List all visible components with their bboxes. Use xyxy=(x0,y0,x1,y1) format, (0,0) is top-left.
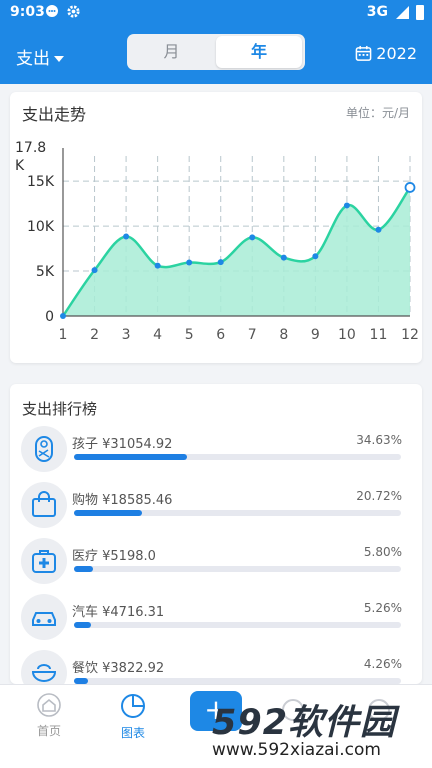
data-point xyxy=(280,254,287,261)
x-tick-label: 10 xyxy=(338,327,356,343)
ranking-progress-fill xyxy=(74,454,188,460)
x-tick-label: 9 xyxy=(311,327,320,343)
category-icon-wrapper xyxy=(21,538,67,584)
data-point xyxy=(217,259,224,266)
watermark-logo: 592软件园 xyxy=(212,694,396,745)
ranking-progress-track xyxy=(74,454,401,460)
ranking-item-car[interactable]: 汽车 ¥4716.31 5.26% xyxy=(10,594,422,646)
ranking-item-label: 孩子 ¥31054.92 xyxy=(72,437,173,452)
shopping-bag-icon xyxy=(32,491,56,517)
car-icon xyxy=(32,612,56,626)
ranking-progress-track xyxy=(74,510,401,516)
ranking-item-medical[interactable]: 医疗 ¥5198.0 5.80% xyxy=(10,538,422,590)
data-point xyxy=(123,233,130,240)
x-tick-label: 5 xyxy=(185,327,194,343)
data-point xyxy=(154,262,161,269)
ranking-item-child[interactable]: 孩子 ¥31054.92 34.63% xyxy=(10,426,422,478)
watermark-url: www.592xiazai.com xyxy=(212,740,381,760)
signal-icon xyxy=(396,6,410,23)
baby-icon xyxy=(35,436,53,462)
calendar-icon xyxy=(355,45,372,61)
ranking-item-percent: 4.26% xyxy=(363,657,402,671)
ranking-item-label: 餐饮 ¥3822.92 xyxy=(72,661,165,676)
year-value: 2022 xyxy=(376,44,417,63)
y-top-label: 17.8 xyxy=(15,140,46,156)
y-tick-label: 15K xyxy=(27,174,55,190)
tab-chart[interactable]: 图表 xyxy=(109,693,157,741)
medical-kit-icon xyxy=(32,550,56,573)
data-point-selected xyxy=(404,182,416,193)
tab-home[interactable]: 首页 xyxy=(26,693,72,739)
y-tick-label: 10K xyxy=(27,219,55,235)
chat-notification-icon xyxy=(44,4,60,24)
ranking-progress-fill xyxy=(74,622,92,628)
home-icon xyxy=(37,693,61,717)
y-top-label-unit: K xyxy=(15,158,25,174)
battery-icon xyxy=(416,5,424,20)
ranking-item-percent: 34.63% xyxy=(356,433,402,447)
category-icon-wrapper xyxy=(21,482,67,528)
ranking-item-label: 汽车 ¥4716.31 xyxy=(72,605,165,620)
data-point xyxy=(186,259,193,266)
watermark-logo-text: 592软件园 xyxy=(212,703,397,743)
trend-chart: 1 2 3 4 5 6 7 8 9 10 11 1205K10K15K17.8K xyxy=(15,140,419,343)
ranking-item-shopping[interactable]: 购物 ¥18585.46 20.72% xyxy=(10,482,422,534)
x-tick-label: 3 xyxy=(122,327,131,343)
tab-home-label: 首页 xyxy=(36,724,61,738)
category-icon-wrapper xyxy=(21,594,67,640)
category-icon-wrapper xyxy=(21,650,67,684)
data-point xyxy=(375,226,382,233)
ranking-item-percent: 20.72% xyxy=(356,489,402,503)
ranking-item-food[interactable]: 餐饮 ¥3822.92 4.26% xyxy=(10,650,422,684)
trend-card: 支出走势 单位：元/月 1 2 3 4 5 6 7 8 9 10 11 12 0 5K 10K 15K 17.8… xyxy=(10,92,422,363)
expense-type-dropdown[interactable]: 支出 xyxy=(16,44,64,69)
expense-type-label: 支出 xyxy=(16,49,50,69)
status-time: 9:03 xyxy=(10,4,45,20)
ranking-progress-track xyxy=(74,566,401,572)
data-point xyxy=(60,313,66,319)
series-area xyxy=(63,187,410,316)
caret-down-icon xyxy=(54,56,64,62)
network-type: 3G xyxy=(366,4,388,20)
y-tick-label: 0 xyxy=(45,309,54,325)
x-tick-label: 7 xyxy=(248,327,257,343)
ranking-card: 支出排行榜 孩子 ¥31054.92 34.63% 购物 ¥18585.46 2… xyxy=(10,384,422,684)
x-tick-label: 2 xyxy=(90,327,99,343)
tab-chart-label: 图表 xyxy=(120,726,145,740)
ranking-item-label: 购物 ¥18585.46 xyxy=(72,493,173,508)
ranking-progress-fill xyxy=(74,510,142,516)
ranking-progress-track xyxy=(74,622,401,628)
ranking-item-percent: 5.26% xyxy=(363,601,402,615)
year-picker[interactable]: 2022 xyxy=(355,44,417,63)
data-point xyxy=(91,267,98,274)
ranking-item-label: 医疗 ¥5198.0 xyxy=(72,549,156,564)
ranking-progress-fill xyxy=(74,566,93,572)
data-point xyxy=(312,253,319,260)
segment-year[interactable]: 年 xyxy=(216,36,302,68)
app-bar: 支出 月 年 2022 xyxy=(0,26,432,84)
ranking-item-percent: 5.80% xyxy=(363,545,402,559)
watermark: 592软件园 www.592xiazai.com xyxy=(196,694,432,768)
y-tick-label: 5K xyxy=(36,264,55,280)
segment-month[interactable]: 月 xyxy=(127,34,216,70)
category-icon-wrapper xyxy=(21,426,67,472)
pie-chart-icon xyxy=(121,694,145,718)
x-tick-label: 12 xyxy=(401,327,419,343)
x-tick-label: 4 xyxy=(153,327,162,343)
data-point xyxy=(249,234,256,241)
period-segmented-control: 月 年 xyxy=(127,34,305,70)
status-bar: 9:03 3G xyxy=(0,0,432,26)
ranking-title: 支出排行榜 xyxy=(22,400,98,418)
x-tick-label: 1 xyxy=(59,327,68,343)
x-tick-label: 6 xyxy=(216,327,225,343)
data-point xyxy=(343,202,350,209)
settings-gear-icon xyxy=(66,4,81,23)
x-tick-label: 8 xyxy=(279,327,288,343)
food-bowl-icon xyxy=(31,664,57,682)
x-tick-label: 11 xyxy=(370,327,388,343)
